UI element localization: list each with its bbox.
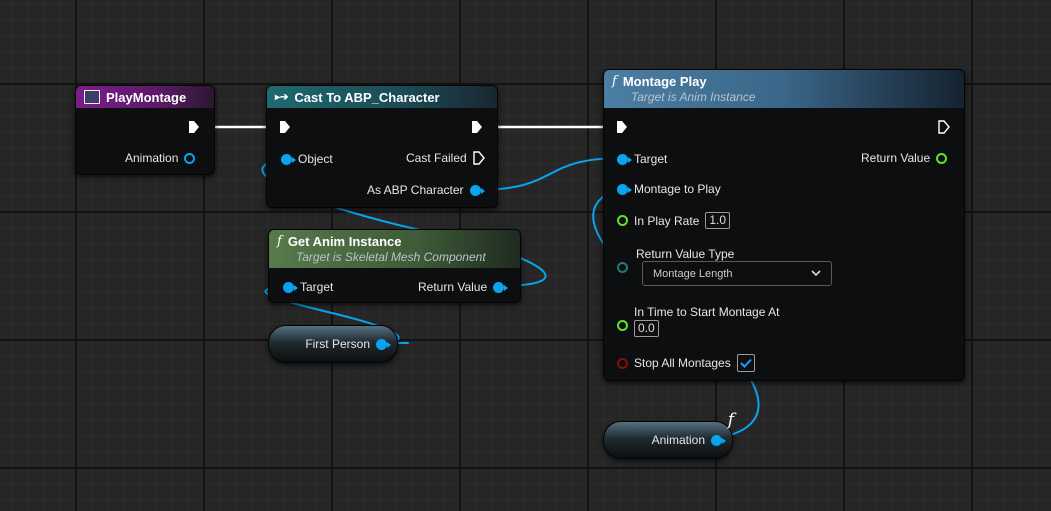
first-person-pin-icon[interactable]	[376, 338, 391, 350]
get-anim-return-pin[interactable]: Return Value	[418, 280, 509, 294]
return-value-type-label: Return Value Type	[636, 247, 735, 261]
montage-to-play-label: Montage to Play	[634, 182, 721, 196]
montage-return-value-pin[interactable]: Return Value	[861, 151, 948, 165]
play-montage-title: PlayMontage	[106, 89, 187, 105]
event-icon	[84, 90, 100, 104]
exec-out-icon	[472, 121, 482, 133]
object-pin-icon	[281, 153, 296, 165]
cast-failed-label: Cast Failed	[406, 151, 467, 165]
animation-pin-label: Animation	[125, 151, 179, 165]
object-input-pin[interactable]: Object	[281, 152, 333, 166]
function-icon: f	[277, 234, 282, 249]
object-pin-label: Object	[298, 152, 333, 166]
in-play-rate-input[interactable]: 1.0	[705, 212, 731, 229]
play-montage-header[interactable]: PlayMontage	[76, 86, 214, 108]
cast-icon: ▸➔	[275, 91, 289, 103]
in-play-rate-pin-icon	[617, 215, 628, 226]
animation-pin-icon	[184, 152, 196, 164]
cast-to-header[interactable]: ▸➔ Cast To ABP_Character	[267, 86, 497, 108]
in-time-to-start-label: In Time to Start Montage At	[634, 305, 780, 319]
function-variable-icon: f	[727, 410, 734, 430]
return-value-type-label-row: Return Value Type	[636, 247, 734, 261]
exec-in-icon	[617, 121, 627, 133]
return-value-label: Return Value	[861, 151, 931, 165]
animation-variable-node[interactable]: f Animation	[603, 410, 734, 459]
cast-exec-out-pin[interactable]	[471, 120, 483, 134]
cast-failed-pin[interactable]: Cast Failed	[406, 151, 485, 165]
montage-play-title: Montage Play	[622, 74, 707, 89]
cast-to-abp-character-node[interactable]: ▸➔ Cast To ABP_Character Object Cast Fai…	[266, 85, 498, 208]
exec-out-pin[interactable]	[188, 120, 200, 134]
animation-variable-pin-icon[interactable]	[711, 434, 726, 446]
target-pin-label: Target	[634, 152, 668, 166]
function-icon: f	[612, 74, 617, 89]
as-abp-character-pin[interactable]: As ABP Character	[367, 183, 485, 197]
animation-variable-label: Animation	[651, 433, 705, 447]
return-value-pin-icon	[493, 281, 509, 293]
montage-exec-out-pin[interactable]	[938, 120, 950, 134]
target-pin-icon	[283, 281, 298, 293]
montage-play-subtitle: Target is Anim Instance	[631, 90, 756, 104]
checkmark-icon	[740, 358, 752, 368]
exec-out-icon	[938, 120, 950, 134]
first-person-variable-node[interactable]: First Person	[268, 325, 398, 363]
montage-target-pin[interactable]: Target	[617, 152, 667, 166]
exec-in-icon	[280, 121, 290, 133]
first-person-label: First Person	[305, 337, 370, 351]
montage-to-play-pin-icon	[617, 183, 632, 195]
in-play-rate-label: In Play Rate	[634, 213, 700, 228]
in-time-to-start-pin-icon	[617, 319, 628, 331]
stop-all-montages-pin-icon	[617, 357, 628, 369]
as-abp-character-pin-icon	[469, 184, 485, 196]
wire-cast-to-montage-target	[476, 157, 623, 191]
animation-output-pin[interactable]: Animation	[125, 151, 196, 165]
cast-exec-in-pin[interactable]	[279, 120, 291, 134]
stop-all-montages-label: Stop All Montages	[634, 356, 731, 370]
target-pin-label: Target	[300, 280, 334, 294]
return-value-label: Return Value	[418, 280, 488, 294]
get-anim-instance-node[interactable]: f Get Anim Instance Target is Skeletal M…	[268, 229, 521, 303]
play-montage-node[interactable]: PlayMontage Animation	[75, 85, 215, 175]
return-value-type-dropdown[interactable]: Montage Length	[642, 261, 832, 286]
target-pin-icon	[617, 153, 632, 165]
exec-out-icon	[473, 151, 485, 165]
return-value-pin-icon	[936, 152, 948, 164]
montage-exec-in-pin[interactable]	[616, 120, 628, 134]
get-anim-target-pin[interactable]: Target	[283, 280, 333, 294]
stop-all-montages-pin[interactable]: Stop All Montages	[617, 354, 755, 372]
in-time-to-start-input[interactable]: 0.0	[634, 320, 659, 337]
get-anim-instance-subtitle: Target is Skeletal Mesh Component	[296, 250, 486, 264]
in-time-to-start-pin[interactable]: In Time to Start Montage At 0.0	[617, 305, 779, 337]
montage-play-header[interactable]: f Montage Play Target is Anim Instance	[604, 70, 964, 108]
stop-all-montages-checkbox[interactable]	[736, 354, 755, 372]
chevron-down-icon	[811, 270, 821, 277]
return-value-type-pin-icon	[617, 262, 628, 273]
cast-to-title: Cast To ABP_Character	[294, 89, 440, 105]
get-anim-instance-header[interactable]: f Get Anim Instance Target is Skeletal M…	[269, 230, 520, 268]
montage-play-node[interactable]: f Montage Play Target is Anim Instance T…	[603, 69, 965, 381]
montage-to-play-pin[interactable]: Montage to Play	[617, 182, 721, 196]
return-value-type-selected: Montage Length	[653, 267, 733, 280]
get-anim-instance-title: Get Anim Instance	[287, 234, 402, 249]
return-value-type-pin[interactable]	[617, 262, 628, 273]
in-play-rate-pin[interactable]: In Play Rate 1.0	[617, 212, 731, 229]
exec-out-icon	[189, 121, 199, 133]
as-abp-character-label: As ABP Character	[367, 183, 464, 197]
